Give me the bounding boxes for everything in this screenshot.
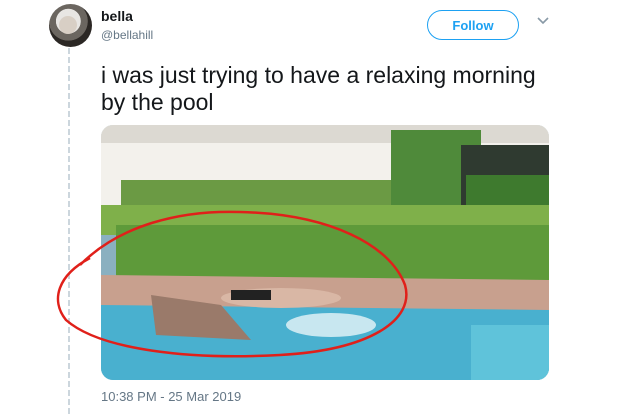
chevron-down-icon[interactable] [536,14,550,28]
tweet-timestamp[interactable]: 10:38 PM - 25 Mar 2019 [101,389,241,404]
thread-line [68,48,70,415]
author-name[interactable]: bella [101,8,133,24]
tweet-text: i was just trying to have a relaxing mor… [101,62,536,115]
author-handle[interactable]: @bellahill [101,28,153,42]
tweet-photo[interactable] [101,125,549,380]
follow-button[interactable]: Follow [427,10,519,40]
avatar[interactable] [49,4,92,47]
